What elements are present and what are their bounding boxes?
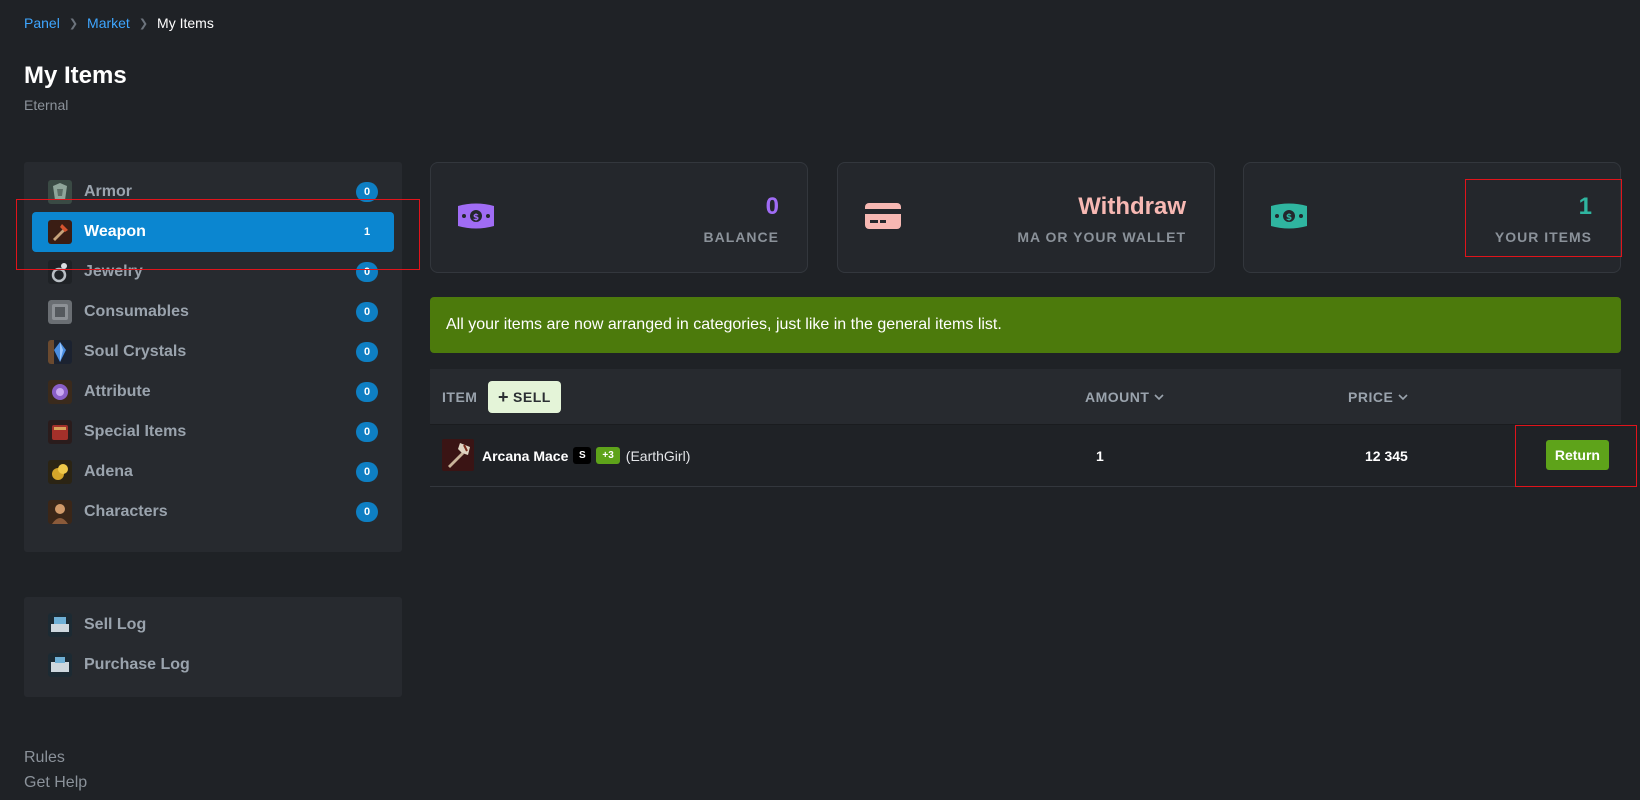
- item-owner: (EarthGirl): [625, 447, 691, 464]
- count-badge: 0: [356, 302, 378, 322]
- your-items-label: YOUR ITEMS: [1494, 229, 1592, 245]
- jewelry-icon: [48, 260, 72, 284]
- count-badge: 0: [356, 342, 378, 362]
- info-notice: All your items are now arranged in categ…: [430, 297, 1621, 353]
- consumables-icon: [48, 300, 72, 324]
- sidebar-item-soul-crystals[interactable]: Soul Crystals 0: [24, 332, 402, 372]
- table-header: ITEM + SELL AMOUNT PRICE: [430, 369, 1621, 425]
- sidebar-item-jewelry[interactable]: Jewelry 0: [24, 252, 402, 292]
- adena-icon: [48, 460, 72, 484]
- special-items-icon: [48, 420, 72, 444]
- sidebar-item-label: Purchase Log: [84, 656, 190, 673]
- withdraw-label: MA OR YOUR WALLET: [1017, 229, 1186, 245]
- item-name-cell: Arcana Mace S +3 (EarthGirl): [482, 447, 690, 464]
- characters-icon: [48, 500, 72, 524]
- weapon-icon: [48, 220, 72, 244]
- get-help-link[interactable]: Get Help: [24, 770, 87, 795]
- count-badge: 0: [356, 182, 378, 202]
- sell-log-icon: [48, 613, 72, 637]
- count-badge: 0: [356, 382, 378, 402]
- credit-card-icon: [864, 201, 902, 231]
- sidebar-item-label: Sell Log: [84, 616, 147, 633]
- sidebar-item-attribute[interactable]: Attribute 0: [24, 372, 402, 412]
- table-row: Arcana Mace S +3 (EarthGirl) 1 12 345 Re…: [430, 425, 1621, 487]
- sidebar-item-weapon[interactable]: Weapon 1: [32, 212, 394, 252]
- item-name: Arcana Mace: [482, 447, 569, 464]
- chevron-right-icon: ❯: [68, 17, 79, 30]
- withdraw-card[interactable]: Withdraw MA OR YOUR WALLET: [837, 162, 1215, 273]
- footer-links: Rules Get Help: [24, 745, 87, 795]
- sidebar-item-label: Attribute: [84, 383, 151, 400]
- sidebar-item-adena[interactable]: Adena 0: [24, 452, 402, 492]
- sidebar-item-sell-log[interactable]: Sell Log: [24, 605, 402, 645]
- sidebar-item-label: Consumables: [84, 303, 189, 320]
- count-badge: 0: [356, 422, 378, 442]
- balance-value: 0: [765, 193, 779, 220]
- sidebar-item-purchase-log[interactable]: Purchase Log: [24, 645, 402, 685]
- count-badge: 0: [356, 462, 378, 482]
- mace-icon: [442, 439, 474, 471]
- sidebar-item-armor[interactable]: Armor 0: [24, 172, 402, 212]
- sidebar-item-label: Armor: [84, 183, 133, 200]
- log-sidebar: Sell Log Purchase Log: [24, 597, 402, 697]
- sidebar-item-label: Weapon: [84, 223, 146, 240]
- page-title: My Items: [24, 62, 127, 89]
- sidebar-item-label: Soul Crystals: [84, 343, 187, 360]
- soul-crystal-icon: [48, 340, 72, 364]
- balance-label: BALANCE: [703, 229, 779, 245]
- item-price: 12 345: [1365, 448, 1408, 464]
- sell-button[interactable]: + SELL: [488, 381, 561, 413]
- svg-text:$: $: [473, 213, 479, 223]
- grade-badge: S: [573, 447, 592, 464]
- chevron-down-icon: [1398, 393, 1408, 400]
- armor-icon: [48, 180, 72, 204]
- withdraw-value[interactable]: Withdraw: [1078, 193, 1186, 221]
- rules-link[interactable]: Rules: [24, 745, 87, 770]
- chevron-right-icon: ❯: [138, 17, 149, 30]
- enchant-badge: +3: [596, 447, 620, 464]
- sell-button-label: SELL: [513, 389, 551, 405]
- sidebar-item-label: Special Items: [84, 423, 187, 440]
- column-header-price[interactable]: PRICE: [1348, 389, 1408, 405]
- attribute-icon: [48, 380, 72, 404]
- items-table: ITEM + SELL AMOUNT PRICE Arcana Mace S +…: [430, 369, 1621, 487]
- money-icon: $: [1270, 201, 1308, 231]
- purchase-log-icon: [48, 653, 72, 677]
- price-header-label: PRICE: [1348, 388, 1394, 405]
- breadcrumb-market-link[interactable]: Market: [87, 15, 130, 31]
- column-header-item: ITEM: [442, 388, 478, 405]
- your-items-value: 1: [1578, 193, 1592, 220]
- count-badge: 1: [363, 226, 371, 238]
- category-sidebar: Armor 0 Weapon 1 Jewelry 0 Consumables 0…: [24, 162, 402, 552]
- count-badge: 0: [356, 502, 378, 522]
- return-button[interactable]: Return: [1545, 440, 1609, 470]
- your-items-card: $ 1 YOUR ITEMS: [1243, 162, 1621, 273]
- sidebar-item-label: Characters: [84, 503, 168, 520]
- chevron-down-icon: [1154, 393, 1165, 400]
- plus-icon: +: [498, 386, 510, 407]
- page-subtitle: Eternal: [24, 97, 69, 113]
- amount-header-label: AMOUNT: [1085, 388, 1150, 405]
- breadcrumb-current: My Items: [157, 15, 214, 31]
- item-amount: 1: [1096, 448, 1104, 464]
- sidebar-item-special-items[interactable]: Special Items 0: [24, 412, 402, 452]
- svg-text:$: $: [1286, 213, 1292, 223]
- column-header-amount[interactable]: AMOUNT: [1085, 388, 1165, 405]
- money-icon: $: [457, 201, 495, 231]
- sidebar-item-consumables[interactable]: Consumables 0: [24, 292, 402, 332]
- balance-card: $ 0 BALANCE: [430, 162, 808, 273]
- sidebar-item-characters[interactable]: Characters 0: [24, 492, 402, 532]
- sidebar-item-label: Jewelry: [84, 263, 143, 280]
- breadcrumb-panel-link[interactable]: Panel: [24, 15, 60, 31]
- count-badge: 0: [356, 262, 378, 282]
- sidebar-item-label: Adena: [84, 463, 133, 480]
- breadcrumb: Panel ❯ Market ❯ My Items: [24, 15, 214, 31]
